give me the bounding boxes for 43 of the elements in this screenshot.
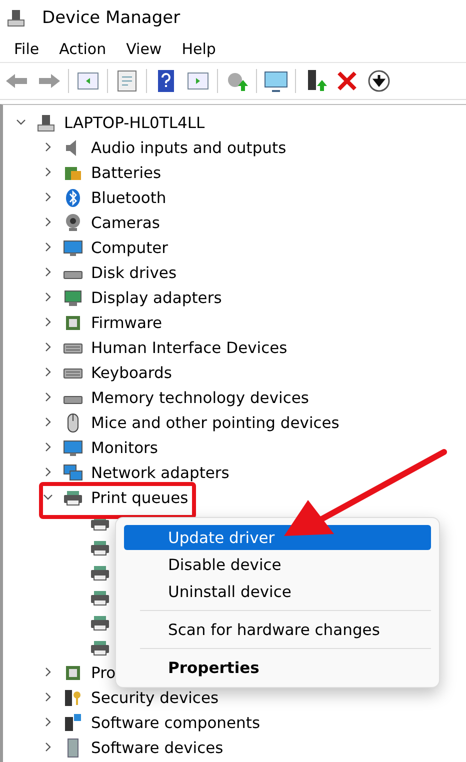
display-adapter-icon bbox=[63, 288, 83, 308]
tree-item[interactable]: Bluetooth bbox=[91, 188, 166, 208]
tree-item[interactable]: Batteries bbox=[91, 162, 162, 182]
tree-item[interactable]: LAPTOP-HL0TL4LL bbox=[64, 112, 205, 132]
tree-item[interactable]: Mice and other pointing devices bbox=[91, 412, 340, 432]
tree-item[interactable]: Software components bbox=[91, 712, 260, 732]
tree-item[interactable]: Audio inputs and outputs bbox=[91, 138, 286, 158]
network-icon bbox=[63, 462, 83, 482]
component-icon bbox=[63, 712, 83, 732]
tree-item[interactable]: Human Interface Devices bbox=[91, 338, 288, 358]
tree-item[interactable]: Disk drives bbox=[91, 262, 177, 282]
menu-item[interactable]: Scan for hardware changes bbox=[124, 617, 431, 642]
key-icon bbox=[63, 688, 83, 708]
tree-item[interactable]: Memory technology devices bbox=[91, 388, 309, 408]
menu-item[interactable]: Help bbox=[174, 38, 224, 60]
menu-item[interactable]: Disable device bbox=[124, 552, 431, 577]
tree-item[interactable]: Computer bbox=[91, 238, 168, 258]
menu-item[interactable]: View bbox=[118, 38, 170, 60]
drive-icon bbox=[63, 270, 83, 278]
webcam-icon bbox=[63, 212, 83, 232]
tree-item[interactable]: Display adapters bbox=[91, 288, 222, 308]
menu-item[interactable]: Update driver bbox=[124, 525, 431, 550]
tree-item[interactable]: Software devices bbox=[91, 738, 224, 758]
drive-icon bbox=[63, 396, 83, 404]
tree-item[interactable]: Print queues bbox=[91, 488, 188, 508]
bluetooth-icon bbox=[63, 188, 83, 208]
tree-item[interactable]: Monitors bbox=[91, 438, 158, 458]
tree-item[interactable]: Cameras bbox=[91, 212, 160, 232]
menu-item[interactable]: Action bbox=[51, 38, 114, 60]
monitor-icon bbox=[63, 238, 83, 258]
menu-item[interactable]: File bbox=[6, 38, 48, 60]
tree-item[interactable]: Pro bbox=[91, 662, 116, 682]
window-title: Device Manager bbox=[42, 8, 180, 28]
tree-item[interactable]: Firmware bbox=[91, 312, 162, 332]
menu-item[interactable]: Uninstall device bbox=[124, 579, 431, 604]
computer-icon bbox=[6, 8, 26, 28]
menu-item[interactable]: Properties bbox=[124, 655, 431, 680]
tree-item[interactable]: Security devices bbox=[91, 688, 219, 708]
monitor-icon bbox=[63, 438, 83, 458]
tree-item[interactable]: Keyboards bbox=[91, 362, 172, 382]
tree-item[interactable]: Network adapters bbox=[91, 462, 230, 482]
computer-icon bbox=[36, 112, 56, 132]
download-icon[interactable] bbox=[366, 68, 392, 94]
